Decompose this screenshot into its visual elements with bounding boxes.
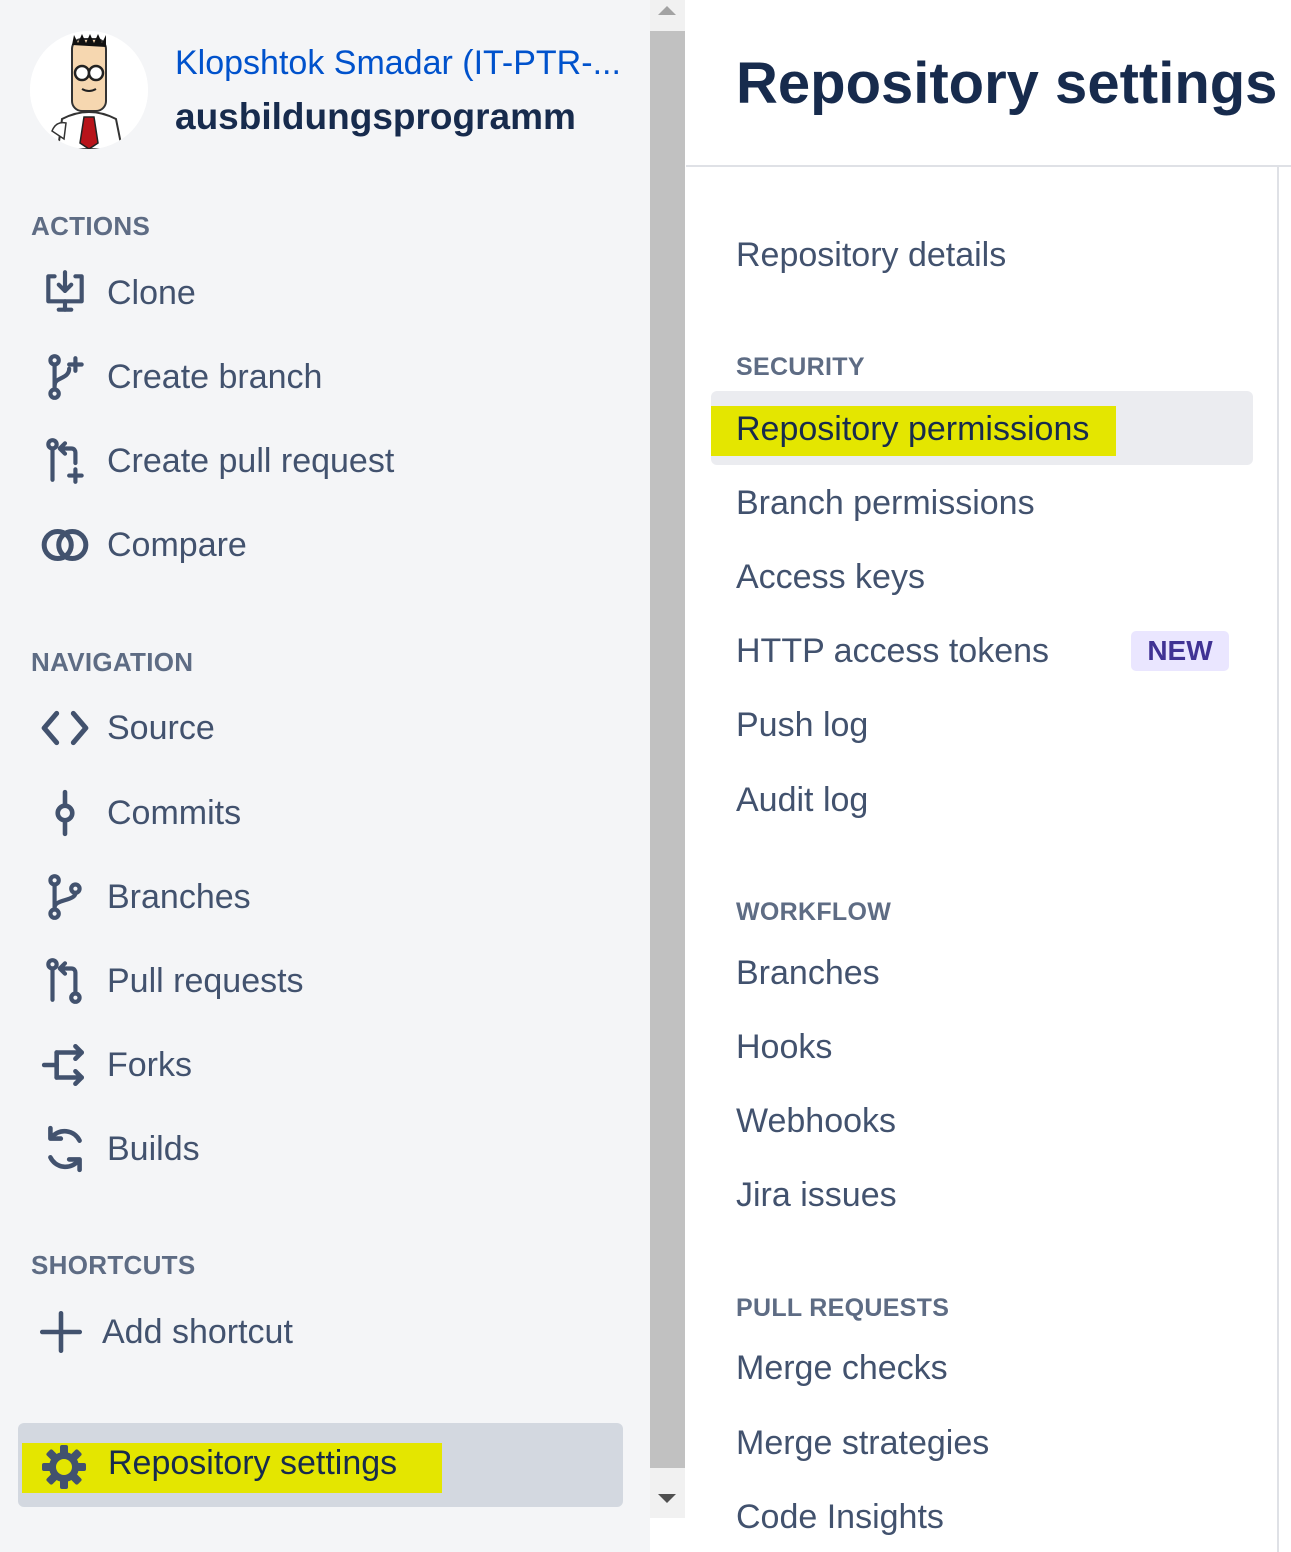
nav-label: Branches [107,877,251,916]
navigation-heading: NAVIGATION [31,647,194,677]
nav-item-source[interactable]: Source [38,698,618,758]
nav-label: Builds [107,1129,200,1168]
settings-item-jira-issues[interactable]: Jira issues [736,1176,897,1215]
plus-icon [34,1305,88,1359]
create-branch-icon [38,350,92,404]
nav-label: Pull requests [107,961,304,1000]
commits-icon [38,786,92,840]
settings-item-webhooks[interactable]: Webhooks [736,1102,896,1141]
nav-label: Clone [107,273,196,312]
settings-item-merge-strategies[interactable]: Merge strategies [736,1424,989,1463]
nav-label: Commits [107,793,242,832]
pull-requests-icon [38,954,92,1008]
nav-label: Create branch [107,357,323,396]
sidebar: Klopshtok Smadar (IT-PTR-... ausbildungs… [0,0,650,1552]
settings-item-merge-checks[interactable]: Merge checks [736,1349,948,1388]
nav-item-branches[interactable]: Branches [38,867,618,927]
branches-icon [38,870,92,924]
nav-item-compare[interactable]: Compare [38,515,618,575]
shortcuts-heading: SHORTCUTS [31,1250,196,1280]
repository-settings-label[interactable]: Repository settings [108,1444,397,1483]
nav-item-create-branch[interactable]: Create branch [38,347,618,407]
project-link[interactable]: Klopshtok Smadar (IT-PTR-... [175,44,621,83]
nav-item-pull-requests[interactable]: Pull requests [38,951,618,1011]
workflow-heading: WORKFLOW [736,898,892,926]
settings-item-http-access-tokens[interactable]: HTTP access tokens [736,632,1049,671]
settings-item-branch-permissions[interactable]: Branch permissions [736,484,1035,523]
clone-icon [38,266,92,320]
nav-item-create-pull-request[interactable]: Create pull request [38,431,618,491]
nav-item-clone[interactable]: Clone [38,263,618,323]
nav-item-forks[interactable]: Forks [38,1035,618,1095]
nav-item-builds[interactable]: Builds [38,1119,618,1179]
settings-item-access-keys[interactable]: Access keys [736,558,925,597]
add-shortcut-label: Add shortcut [102,1312,293,1351]
create-pull-request-icon [38,434,92,488]
add-shortcut-button[interactable]: Add shortcut [34,1302,614,1362]
repository-name[interactable]: ausbildungsprogramm [175,96,576,138]
source-icon [38,701,92,755]
builds-icon [38,1122,92,1176]
sidebar-scrollbar-thumb[interactable] [650,31,685,1468]
nav-label: Create pull request [107,441,395,480]
repository-permissions-label[interactable]: Repository permissions [736,410,1089,449]
settings-item-code-insights[interactable]: Code Insights [736,1498,944,1537]
forks-icon [38,1038,92,1092]
settings-item-push-log[interactable]: Push log [736,706,868,745]
divider [686,165,1291,167]
settings-item-audit-log[interactable]: Audit log [736,781,868,820]
nav-label: Compare [107,525,247,564]
actions-heading: ACTIONS [31,211,151,241]
pull-requests-heading: PULL REQUESTS [736,1294,950,1322]
nav-label: Forks [107,1045,192,1084]
gear-icon [40,1443,88,1491]
avatar[interactable] [30,31,148,149]
page-title: Repository settings [736,51,1278,116]
compare-icon [38,518,92,572]
settings-item-repository-details[interactable]: Repository details [736,236,1006,275]
new-badge: NEW [1131,631,1229,671]
nav-item-commits[interactable]: Commits [38,783,618,843]
settings-item-branches[interactable]: Branches [736,954,880,993]
divider [1277,167,1279,1552]
scroll-up-arrow-icon[interactable] [658,6,676,15]
settings-item-hooks[interactable]: Hooks [736,1028,832,1067]
scroll-down-arrow-icon[interactable] [658,1494,676,1503]
security-heading: SECURITY [736,353,865,381]
avatar-image [30,31,148,149]
nav-label: Source [107,708,215,747]
